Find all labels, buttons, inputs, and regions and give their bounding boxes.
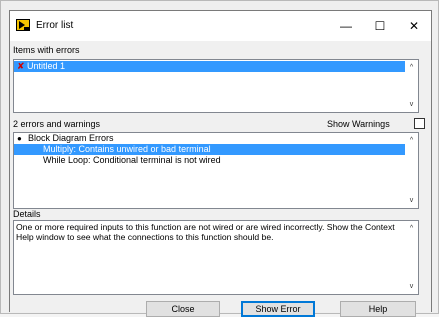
close-window-button[interactable]: ✕	[399, 16, 429, 36]
items-scrollbar[interactable]: ^ v	[405, 60, 418, 112]
show-warnings-checkbox[interactable]	[414, 118, 425, 129]
errors-scrollbar[interactable]: ^ v	[405, 133, 418, 208]
scroll-down-icon[interactable]: v	[405, 281, 418, 292]
show-warnings-label: Show Warnings	[327, 119, 390, 129]
items-with-errors-list[interactable]: ✘ Untitled 1 ^ v	[13, 59, 419, 113]
scroll-up-icon[interactable]: ^	[405, 135, 418, 146]
show-error-button[interactable]: Show Error	[241, 301, 315, 317]
error-item-multiply[interactable]: Multiply: Contains unwired or bad termin…	[14, 144, 405, 155]
error-item-while-loop[interactable]: While Loop: Conditional terminal is not …	[43, 155, 221, 166]
error-group-label: Block Diagram Errors	[28, 133, 114, 143]
close-button[interactable]: Close	[146, 301, 220, 317]
bullet-icon: ●	[17, 134, 22, 143]
items-with-errors-label: Items with errors	[13, 45, 80, 55]
error-list-app-icon	[16, 19, 30, 31]
scroll-down-icon[interactable]: v	[405, 195, 418, 206]
scroll-down-icon[interactable]: v	[405, 99, 418, 110]
errors-list[interactable]: ● Block Diagram Errors Multiply: Contain…	[13, 132, 419, 209]
title-bar: Error list — ☐ ✕	[10, 11, 431, 41]
details-text: One or more required inputs to this func…	[16, 222, 395, 242]
scroll-up-icon[interactable]: ^	[405, 223, 418, 234]
maximize-button[interactable]: ☐	[365, 16, 395, 36]
list-item-label: Untitled 1	[27, 61, 66, 71]
details-box[interactable]: One or more required inputs to this func…	[13, 220, 419, 295]
errors-count-label: 2 errors and warnings	[13, 119, 101, 129]
red-x-icon: ✘	[17, 61, 25, 71]
list-item-untitled-1[interactable]: ✘ Untitled 1	[14, 61, 405, 72]
help-button[interactable]: Help	[340, 301, 416, 317]
details-scrollbar[interactable]: ^ v	[405, 221, 418, 294]
minimize-button[interactable]: —	[331, 16, 361, 36]
details-label: Details	[13, 209, 41, 219]
dialog-content: Items with errors ✘ Untitled 1 ^ v 2 err…	[10, 41, 431, 317]
error-item-label: Multiply: Contains unwired or bad termin…	[43, 144, 211, 154]
scroll-up-icon[interactable]: ^	[405, 62, 418, 73]
window-title: Error list	[36, 20, 74, 31]
error-list-window: Error list — ☐ ✕ Items with errors ✘ Unt…	[9, 10, 432, 317]
